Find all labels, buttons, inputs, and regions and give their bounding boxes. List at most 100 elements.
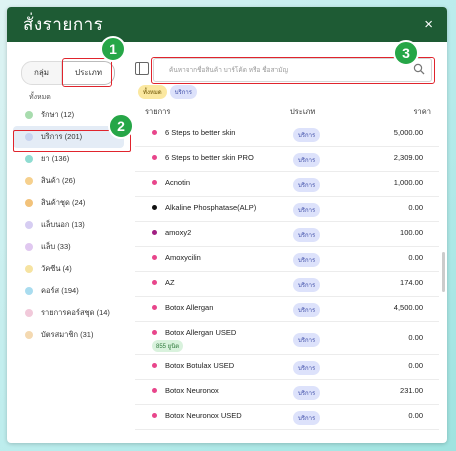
- category-color-dot: [25, 155, 33, 163]
- item-name: amoxy2: [165, 228, 192, 237]
- item-name: Acnotin: [165, 178, 191, 187]
- category-color-dot: [25, 177, 33, 185]
- table-row[interactable]: Amoxycilin บริการ 0.00: [135, 247, 439, 272]
- item-color-dot: [152, 363, 157, 368]
- sidebar-category-item[interactable]: แล็บนอก (13): [7, 214, 132, 236]
- category-label: แล็บนอก (13): [41, 220, 85, 229]
- item-table: 6 Steps to better skin บริการ 5,000.00 6 St…: [135, 122, 439, 430]
- item-name: 6 Steps to better skin PRO: [165, 153, 254, 162]
- item-price: 5,000.00: [393, 128, 423, 137]
- item-price: 2,309.00: [393, 153, 423, 162]
- item-name: AZ: [165, 278, 175, 287]
- category-label: สินค้าชุด (24): [41, 198, 86, 207]
- item-name: Botox Allergan USED: [165, 328, 237, 337]
- type-badge: บริการ: [293, 411, 321, 425]
- item-color-dot: [152, 280, 157, 285]
- sidebar-category-item[interactable]: สินค้า (26): [7, 170, 132, 192]
- category-color-dot: [25, 287, 33, 295]
- item-name: Alkaline Phosphatase(ALP): [165, 203, 257, 212]
- step-marker-1: 1: [100, 36, 126, 62]
- modal-header: สั่งรายการ ×: [7, 7, 447, 42]
- chip-all[interactable]: ทั้งหมด: [138, 85, 167, 99]
- item-price: 0.00: [408, 203, 423, 212]
- sidebar-category-item[interactable]: แล็บ (33): [7, 236, 132, 258]
- item-color-dot: [152, 155, 157, 160]
- category-label: รายการคอร์สชุด (14): [41, 308, 110, 317]
- filter-chips: ทั้งหมด บริการ: [138, 85, 197, 99]
- header-price: ราคา: [413, 107, 431, 116]
- category-color-dot: [25, 199, 33, 207]
- category-label: รักษา (12): [41, 110, 75, 119]
- table-row[interactable]: AZ บริการ 174.00: [135, 272, 439, 297]
- item-name: Botox Botulax USED: [165, 361, 235, 370]
- category-all[interactable]: ทั้งหมด: [29, 92, 51, 103]
- sidebar-category-item[interactable]: บัตรสมาชิก (31): [7, 324, 132, 346]
- item-price: 0.00: [408, 333, 423, 342]
- category-label: แล็บ (33): [41, 242, 71, 251]
- type-badge: บริการ: [293, 278, 321, 292]
- item-name: Botox Neuronox: [165, 386, 219, 395]
- type-badge: บริการ: [293, 303, 321, 317]
- category-label: บัตรสมาชิก (31): [41, 330, 94, 339]
- step-marker-2: 2: [108, 113, 134, 139]
- item-price: 100.00: [400, 228, 423, 237]
- type-badge: บริการ: [293, 128, 321, 142]
- step-marker-3: 3: [393, 40, 419, 66]
- header-type: ประเภท: [290, 107, 316, 116]
- scrollbar[interactable]: [442, 252, 445, 292]
- category-label: วัคซีน (4): [41, 264, 72, 273]
- highlight-search: [151, 57, 435, 84]
- item-color-dot: [152, 305, 157, 310]
- item-price: 0.00: [408, 411, 423, 420]
- category-color-dot: [25, 243, 33, 251]
- category-label: ยา (136): [41, 154, 70, 163]
- category-color-dot: [25, 331, 33, 339]
- sidebar-category-item[interactable]: สินค้าชุด (24): [7, 192, 132, 214]
- table-row[interactable]: Botox Allergan USED บริการ 0.00 855 ยูนิต: [135, 322, 439, 355]
- item-color-dot: [152, 205, 157, 210]
- table-row[interactable]: Botox Botulax USED บริการ 0.00: [135, 355, 439, 380]
- item-name: 6 Steps to better skin: [165, 128, 236, 137]
- type-badge: บริการ: [293, 333, 321, 347]
- table-row[interactable]: Acnotin บริการ 1,000.00: [135, 172, 439, 197]
- type-badge: บริการ: [293, 386, 321, 400]
- item-color-dot: [152, 388, 157, 393]
- unit-badge: 855 ยูนิต: [152, 340, 184, 352]
- category-color-dot: [25, 265, 33, 273]
- category-color-dot: [25, 111, 33, 119]
- item-name: Botox Allergan: [165, 303, 214, 312]
- item-price: 0.00: [408, 253, 423, 262]
- table-row[interactable]: amoxy2 บริการ 100.00: [135, 222, 439, 247]
- item-color-dot: [152, 230, 157, 235]
- order-modal: สั่งรายการ × กลุ่ม ประเภท ทั้งหมด รักษา …: [7, 7, 447, 443]
- table-row[interactable]: Alkaline Phosphatase(ALP) บริการ 0.00: [135, 197, 439, 222]
- sidebar-category-item[interactable]: รายการคอร์สชุด (14): [7, 302, 132, 324]
- category-label: คอร์ส (194): [41, 286, 79, 295]
- table-row[interactable]: 6 Steps to better skin PRO บริการ 2,309.00: [135, 147, 439, 172]
- sidebar-toggle-icon[interactable]: [135, 62, 149, 75]
- item-price: 1,000.00: [393, 178, 423, 187]
- category-color-dot: [25, 221, 33, 229]
- category-color-dot: [25, 309, 33, 317]
- table-row[interactable]: Botox Neuronox บริการ 231.00: [135, 380, 439, 405]
- item-name: Botox Neuronox USED: [165, 411, 242, 420]
- item-color-dot: [152, 330, 157, 335]
- item-color-dot: [152, 255, 157, 260]
- type-badge: บริการ: [293, 203, 321, 217]
- item-price: 4,500.00: [393, 303, 423, 312]
- type-badge: บริการ: [293, 178, 321, 192]
- item-panel: ค้นหาจากชื่อสินค้า บาร์โค้ด หรือ ชื่อสาม…: [135, 42, 447, 443]
- category-label: สินค้า (26): [41, 176, 76, 185]
- category-sidebar: กลุ่ม ประเภท ทั้งหมด รักษา (12) บริการ (2…: [7, 42, 132, 443]
- sidebar-category-item[interactable]: คอร์ส (194): [7, 280, 132, 302]
- item-price: 231.00: [400, 386, 423, 395]
- close-icon[interactable]: ×: [424, 16, 433, 33]
- sidebar-category-item[interactable]: วัคซีน (4): [7, 258, 132, 280]
- table-row[interactable]: Botox Allergan บริการ 4,500.00: [135, 297, 439, 322]
- item-color-dot: [152, 180, 157, 185]
- table-row[interactable]: Botox Neuronox USED บริการ 0.00: [135, 405, 439, 430]
- chip-service[interactable]: บริการ: [169, 85, 197, 99]
- tab-group[interactable]: กลุ่ม: [21, 61, 63, 85]
- table-row[interactable]: 6 Steps to better skin บริการ 5,000.00: [135, 122, 439, 147]
- item-color-dot: [152, 130, 157, 135]
